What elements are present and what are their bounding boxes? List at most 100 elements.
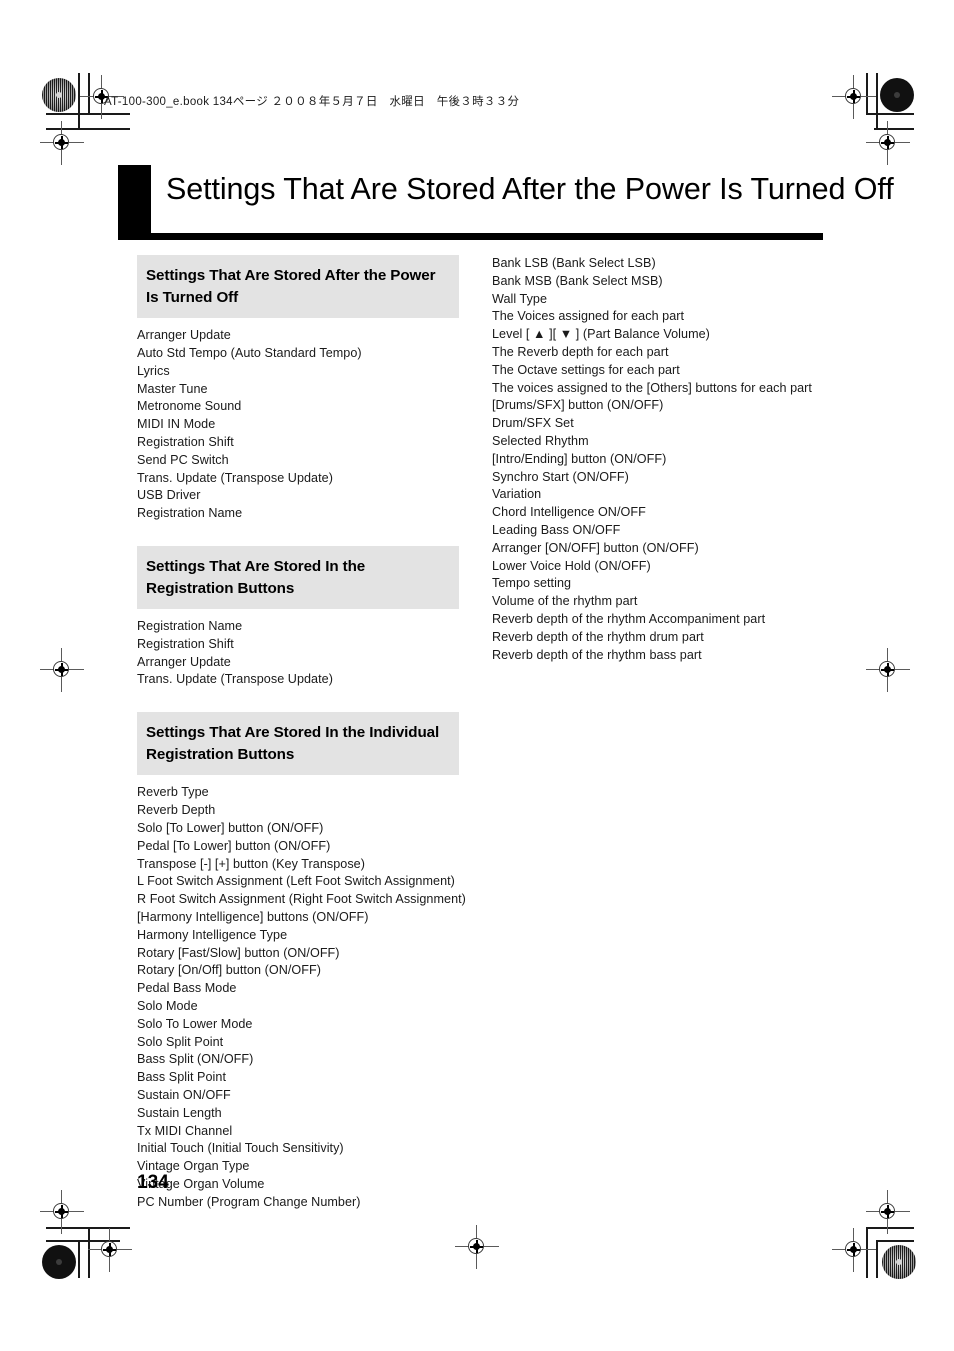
registration-crosshair-top-right-lower bbox=[866, 121, 910, 165]
registration-target-top-left bbox=[42, 78, 76, 112]
list-item: Synchro Start (ON/OFF) bbox=[492, 469, 629, 484]
crosshair-center-dot bbox=[58, 139, 65, 146]
list-item: Sustain ON/OFF bbox=[137, 1087, 231, 1102]
registration-crosshair-bottom-center bbox=[455, 1225, 499, 1269]
list-item: The Reverb depth for each part bbox=[492, 344, 669, 359]
page-title: Settings That Are Stored After the Power… bbox=[166, 172, 894, 206]
registration-crosshair-bottom-left bbox=[88, 1228, 132, 1272]
list-item: Arranger Update bbox=[137, 328, 231, 343]
section-header-registration-buttons-label: Settings That Are Stored In the Registra… bbox=[146, 557, 366, 597]
section-header-registration-buttons: Settings That Are Stored In the Registra… bbox=[137, 545, 459, 610]
list-item: Variation bbox=[492, 487, 542, 502]
list-item: Arranger [ON/OFF] button (ON/OFF) bbox=[492, 540, 699, 555]
registration-target-core bbox=[894, 92, 900, 98]
registration-crosshair-bottom-right bbox=[832, 1228, 876, 1272]
settings-list-continued: Bank LSB (Bank Select LSB) Bank MSB (Ban… bbox=[492, 255, 822, 664]
list-item: Registration Shift bbox=[137, 636, 234, 651]
section-header-individual-registration-buttons: Settings That Are Stored In the Individu… bbox=[137, 712, 459, 776]
list-item: Send PC Switch bbox=[137, 452, 229, 467]
list-item: Transpose [-] [+] button (Key Transpose) bbox=[137, 856, 365, 871]
list-item: Pedal [To Lower] button (ON/OFF) bbox=[137, 838, 331, 853]
registration-crosshair-top-right bbox=[832, 75, 876, 119]
running-header: AT-100-300_e.book 134ページ ２００８年５月７日 水曜日 午… bbox=[104, 96, 520, 108]
settings-list-registration-buttons: Registration Name Registration Shift Arr… bbox=[137, 618, 459, 689]
list-item: Chord Intelligence ON/OFF bbox=[492, 505, 646, 520]
settings-list-power-off: Arranger Update Auto Std Tempo (Auto Sta… bbox=[137, 327, 459, 523]
registration-crosshair-top-left-lower bbox=[40, 121, 84, 165]
list-item: Solo Mode bbox=[137, 998, 198, 1013]
list-item: Selected Rhythm bbox=[492, 433, 589, 448]
list-item: Registration Shift bbox=[137, 434, 234, 449]
right-column: Bank LSB (Bank Select LSB) Bank MSB (Ban… bbox=[492, 255, 822, 664]
registration-target-core bbox=[56, 92, 62, 98]
list-item: Bank LSB (Bank Select LSB) bbox=[492, 256, 656, 270]
registration-target-core bbox=[896, 1259, 902, 1265]
list-item: USB Driver bbox=[137, 488, 201, 503]
crosshair-center-dot bbox=[850, 1246, 857, 1253]
list-item: R Foot Switch Assignment (Right Foot Swi… bbox=[137, 892, 466, 907]
list-item: Trans. Update (Transpose Update) bbox=[137, 470, 333, 485]
list-item: The voices assigned to the [Others] butt… bbox=[492, 380, 812, 395]
registration-target-bottom-left bbox=[42, 1245, 76, 1279]
list-item: Registration Name bbox=[137, 619, 243, 634]
list-item: Level [ ▲ ][ ▼ ] (Part Balance Volume) bbox=[492, 327, 710, 342]
section-header-individual-registration-buttons-label: Settings That Are Stored In the Individu… bbox=[146, 724, 440, 763]
crop-mark-bottom-right-horizontal-inner bbox=[876, 1240, 914, 1242]
list-item: The Voices assigned for each part bbox=[492, 309, 685, 324]
list-item: Reverb Type bbox=[137, 785, 209, 800]
list-item: [Harmony Intelligence] buttons (ON/OFF) bbox=[137, 910, 369, 924]
page-title-band: Settings That Are Stored After the Power… bbox=[118, 165, 894, 240]
list-item: Solo To Lower Mode bbox=[137, 1016, 253, 1031]
list-item: Solo [To Lower] button (ON/OFF) bbox=[137, 821, 324, 836]
page-number: 134 bbox=[137, 1172, 169, 1193]
registration-target-bottom-right bbox=[882, 1245, 916, 1279]
crop-mark-bottom-right-vertical-inner bbox=[876, 1240, 878, 1278]
left-column: Settings That Are Stored After the Power… bbox=[137, 255, 466, 1212]
list-item: Vintage Organ Type bbox=[137, 1159, 250, 1174]
list-item: Bank MSB (Bank Select MSB) bbox=[492, 273, 663, 288]
registration-crosshair-mid-right bbox=[866, 648, 910, 692]
crosshair-center-dot bbox=[473, 1243, 480, 1250]
list-item: MIDI IN Mode bbox=[137, 417, 216, 432]
list-item: Initial Touch (Initial Touch Sensitivity… bbox=[137, 1141, 344, 1156]
list-item: The Octave settings for each part bbox=[492, 362, 680, 377]
list-item: Registration Name bbox=[137, 506, 243, 521]
list-item: Rotary [On/Off] button (ON/OFF) bbox=[137, 963, 321, 978]
list-item: Tx MIDI Channel bbox=[137, 1123, 233, 1138]
registration-target-top-right bbox=[880, 78, 914, 112]
registration-crosshair-mid-left bbox=[40, 648, 84, 692]
crop-mark-bottom-left-vertical bbox=[78, 1240, 80, 1278]
crosshair-center-dot bbox=[58, 1208, 65, 1215]
list-item: Bass Split (ON/OFF) bbox=[137, 1052, 254, 1067]
list-item: [Drums/SFX] button (ON/OFF) bbox=[492, 398, 664, 413]
list-item: L Foot Switch Assignment (Left Foot Swit… bbox=[137, 874, 455, 889]
list-item: Solo Split Point bbox=[137, 1034, 224, 1049]
list-item: Reverb depth of the rhythm drum part bbox=[492, 629, 704, 644]
list-item: Reverb depth of the rhythm bass part bbox=[492, 647, 702, 662]
list-item: Wall Type bbox=[492, 291, 548, 306]
crosshair-center-dot bbox=[884, 666, 891, 673]
list-item: Metronome Sound bbox=[137, 399, 242, 414]
list-item: Pedal Bass Mode bbox=[137, 981, 237, 996]
list-item: Sustain Length bbox=[137, 1105, 222, 1120]
list-item: Lyrics bbox=[137, 363, 170, 378]
list-item: [Intro/Ending] button (ON/OFF) bbox=[492, 451, 667, 466]
settings-list-individual-registration-buttons: Reverb Type Reverb Depth Solo [To Lower]… bbox=[137, 784, 466, 1211]
list-item: Bass Split Point bbox=[137, 1070, 226, 1085]
list-item: Drum/SFX Set bbox=[492, 416, 574, 431]
crosshair-center-dot bbox=[58, 666, 65, 673]
list-item: PC Number (Program Change Number) bbox=[137, 1194, 361, 1209]
section-header-power-off: Settings That Are Stored After the Power… bbox=[137, 255, 459, 319]
title-accent-block bbox=[118, 165, 151, 233]
list-item: Auto Std Tempo (Auto Standard Tempo) bbox=[137, 345, 362, 360]
list-item: Rotary [Fast/Slow] button (ON/OFF) bbox=[137, 945, 340, 960]
registration-crosshair-bottom-left-upper bbox=[40, 1190, 84, 1234]
list-item: Leading Bass ON/OFF bbox=[492, 522, 621, 537]
list-item: Master Tune bbox=[137, 381, 208, 396]
list-item: Vintage Organ Volume bbox=[137, 1176, 265, 1191]
list-item: Trans. Update (Transpose Update) bbox=[137, 672, 333, 687]
crosshair-center-dot bbox=[884, 139, 891, 146]
list-item: Tempo setting bbox=[492, 576, 572, 591]
list-item: Harmony Intelligence Type bbox=[137, 927, 288, 942]
